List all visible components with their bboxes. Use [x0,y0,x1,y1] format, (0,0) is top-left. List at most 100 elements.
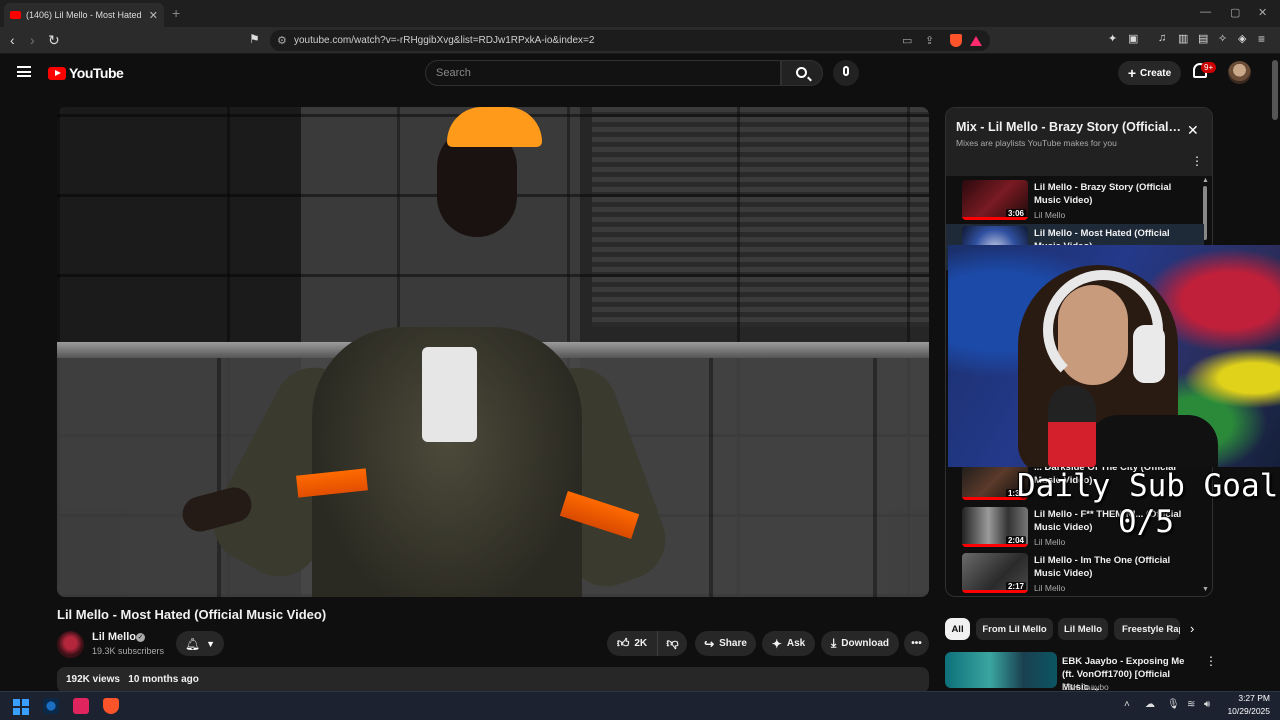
brave-browser-icon[interactable] [103,698,119,714]
youtube-logo[interactable]: YouTube [48,65,124,81]
volume-icon[interactable]: 🔊︎ [1204,699,1210,710]
playlist-item[interactable]: 2:17 Lil Mello - Im The One (Official Mu… [946,551,1204,596]
chip-lil-mello[interactable]: Lil Mello [1058,618,1108,640]
mic-tray-icon[interactable]: 🎙︎ [1167,699,1180,710]
browser-toolbar: ‹ › ↻ ⚑ ⚙ youtube.com/watch?v=-rRHggibXv… [0,27,1280,54]
subscriber-count: 19.3K subscribers [92,646,165,656]
account-avatar[interactable] [1228,61,1251,84]
download-label: Download [841,638,890,649]
video-player[interactable] [57,107,929,597]
youtube-play-icon [48,66,66,80]
sidebar-icon[interactable]: ▥ [1178,32,1188,45]
chip-freestyle-rap[interactable]: Freestyle Rap [1114,618,1180,640]
playlist-thumbnail: 2:17 [962,553,1028,593]
clock-time[interactable]: 3:27 PM [1224,693,1270,703]
chevron-down-icon: ▼ [206,638,216,649]
reload-icon[interactable]: ↻ [48,32,60,49]
maximize-icon[interactable]: ▢ [1230,6,1240,19]
download-button[interactable]: ⤓ Download [821,631,899,656]
recommendation-more-icon[interactable]: ⋮ [1205,654,1217,668]
windows-taskbar: ˄ ☁ 🎙︎ ≋ 🔊︎ [0,691,1280,720]
youtube-favicon-icon [10,11,21,19]
clock-date[interactable]: 10/29/2025 [1224,706,1270,716]
share-button[interactable]: ↪ Share [695,631,756,656]
close-window-icon[interactable]: ✕ [1258,6,1267,19]
playlist-subtitle: Mixes are playlists YouTube makes for yo… [956,138,1117,148]
more-actions-button[interactable]: ••• [904,631,929,656]
playlist-item-channel: Lil Mello [1034,583,1066,593]
chip-all[interactable]: All [945,618,970,640]
extensions-icon[interactable]: ✦ [1108,32,1117,45]
bookmark-icon[interactable]: ⚑ [249,32,260,46]
browser-menu-icon[interactable]: ≡ [1258,32,1265,46]
playlist-item-title: Lil Mello - Brazy Story (Official Music … [1034,182,1172,206]
wifi-icon[interactable]: ≋ [1187,699,1195,710]
page-scrollbar[interactable] [1272,60,1278,120]
address-bar[interactable]: ⚙ youtube.com/watch?v=-rRHggibXvg&list=R… [270,30,990,51]
voice-search-button[interactable] [833,60,859,86]
minimize-icon[interactable]: — [1200,6,1211,18]
back-icon[interactable]: ‹ [10,32,15,48]
like-button[interactable]: 👍︎ 2K [607,631,657,656]
chip-from-lil-mello[interactable]: From Lil Mello [976,618,1053,640]
vpn-icon[interactable]: ◈ [1238,32,1246,45]
sub-goal-count: 0/5 [1118,504,1174,540]
youtube-wordmark: YouTube [69,65,124,81]
url-text: youtube.com/watch?v=-rRHggibXvg&list=RDJ… [294,35,595,46]
bell-icon: 🔔︎ [184,636,201,651]
playlist-header: Mix - Lil Mello - Brazy Story (Official … [946,108,1212,176]
cast-icon[interactable]: ▭ [902,34,912,47]
cloud-icon[interactable]: ☁ [1145,699,1155,710]
brave-rewards-icon[interactable] [970,36,982,46]
playlist-thumbnail: 3:06 [962,180,1028,220]
create-button[interactable]: + Create [1118,61,1181,85]
watch-progress [962,590,1028,593]
playlist-title[interactable]: Mix - Lil Mello - Brazy Story (Official … [956,120,1182,134]
microphone-icon [843,66,849,76]
hamburger-menu-icon[interactable] [17,66,31,77]
windows-start-icon[interactable] [13,699,29,715]
recommendation-thumbnail[interactable] [945,652,1057,688]
leo-ai-icon[interactable]: ✧ [1218,32,1227,45]
share-icon[interactable]: ⇪ [925,34,934,47]
close-tab-icon[interactable]: ✕ [149,9,158,22]
video-frame-shirt [422,347,477,442]
channel-avatar[interactable] [57,631,84,658]
more-horizontal-icon: ••• [911,638,922,649]
channel-name[interactable]: Lil Mello [92,631,136,643]
screenshot-icon[interactable]: ▣ [1128,32,1138,45]
wallet-icon[interactable]: ▤ [1198,32,1208,45]
subscribed-notifications-button[interactable]: 🔔︎ ▼ [176,631,224,656]
upload-age: 10 months ago [128,674,199,685]
close-playlist-icon[interactable]: ✕ [1187,122,1199,139]
playlist-item[interactable]: 3:06 Lil Mello - Brazy Story (Official M… [946,178,1204,224]
browser-tab[interactable]: (1406) Lil Mello - Most Hated ✕ [4,3,164,27]
ask-button[interactable]: ✦ Ask [762,631,815,656]
playlist-item-channel: Lil Mello [1034,210,1066,220]
playlist-thumbnail: 2:04 [962,507,1028,547]
brave-shield-icon[interactable] [950,34,962,47]
playlist-item-title: Lil Mello - Im The One (Official Music V… [1034,555,1171,579]
playlist-more-icon[interactable]: ⋮ [1191,154,1203,168]
sparkle-icon: ✦ [771,636,782,651]
video-frame-hat [447,107,542,147]
thumbs-up-icon: 👍︎ [616,636,630,650]
vivaldi-icon[interactable] [73,698,89,714]
microphone-icon [1048,385,1096,467]
dislike-button[interactable]: 👎︎ [657,631,687,656]
video-title: Lil Mello - Most Hated (Official Music V… [57,607,327,622]
steam-icon[interactable] [43,698,59,714]
site-info-icon[interactable]: ⚙ [277,34,287,47]
thumbs-down-icon: 👎︎ [666,636,679,650]
music-icon[interactable]: ♫ [1158,32,1166,44]
search-button[interactable] [781,60,823,86]
chevron-right-icon[interactable]: › [1190,621,1194,636]
view-count: 192K views [66,674,120,685]
playlist-item-channel: Lil Mello [1034,537,1066,547]
video-frame-person [199,217,677,597]
description-box[interactable]: 192K views 10 months ago [57,667,929,693]
new-tab-button[interactable]: + [172,5,180,21]
tray-chevron-up-icon[interactable]: ˄ [1124,699,1130,710]
search-input[interactable]: Search [425,60,781,86]
forward-icon[interactable]: › [30,32,35,48]
